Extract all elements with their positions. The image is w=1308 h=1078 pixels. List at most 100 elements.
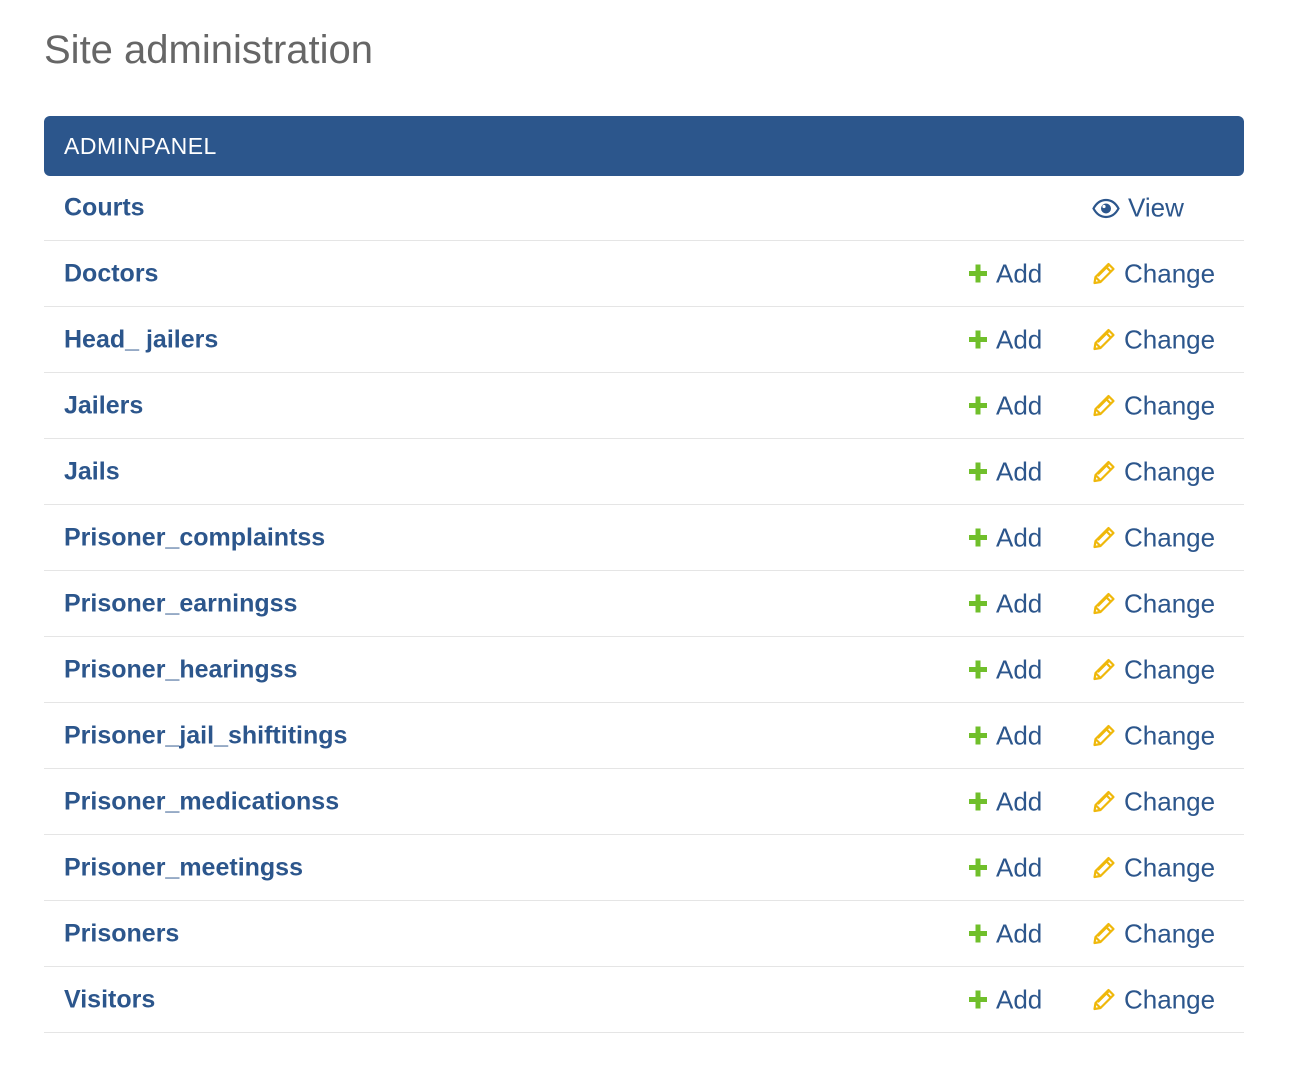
add-link[interactable]: Add (968, 522, 1042, 553)
plus-icon (968, 726, 988, 746)
model-row: Prisoner_earningss Add Change (44, 571, 1244, 637)
model-list: Courts View Doctors Add Change Head_ jailers A… (44, 176, 1244, 1033)
change-label: Change (1124, 786, 1216, 816)
model-row: Visitors Add Change (44, 967, 1244, 1033)
model-row: Prisoner_complaintss Add Change (44, 505, 1244, 571)
pencil-icon (1092, 988, 1116, 1012)
add-label: Add (996, 324, 1043, 354)
add-label: Add (996, 258, 1043, 288)
model-link[interactable]: Visitors (64, 985, 155, 1014)
change-link[interactable]: Change (1092, 984, 1215, 1015)
add-label: Add (996, 786, 1043, 816)
plus-icon (968, 528, 988, 548)
eye-icon (1092, 198, 1120, 218)
model-row: Prisoner_medicationss Add Change (44, 769, 1244, 835)
change-label: Change (1124, 390, 1216, 420)
change-label: Change (1124, 654, 1216, 684)
add-link[interactable]: Add (968, 720, 1042, 751)
model-row: Prisoners Add Change (44, 901, 1244, 967)
add-link[interactable]: Add (968, 258, 1042, 289)
pencil-icon (1092, 526, 1116, 550)
change-label: Change (1124, 984, 1216, 1014)
module-caption-label: ADMINPANEL (64, 133, 217, 159)
change-link[interactable]: Change (1092, 258, 1215, 289)
model-row: Prisoner_hearingss Add Change (44, 637, 1244, 703)
change-link[interactable]: Change (1092, 720, 1215, 751)
model-link[interactable]: Courts (64, 194, 145, 223)
change-label: Change (1124, 918, 1216, 948)
add-link[interactable]: Add (968, 324, 1042, 355)
change-link[interactable]: Change (1092, 918, 1215, 949)
model-row: Courts View (44, 176, 1244, 241)
add-link[interactable]: Add (968, 852, 1042, 883)
change-link[interactable]: Change (1092, 588, 1215, 619)
change-link[interactable]: Change (1092, 654, 1215, 685)
add-link[interactable]: Add (968, 918, 1042, 949)
pencil-icon (1092, 394, 1116, 418)
plus-icon (968, 792, 988, 812)
pencil-icon (1092, 724, 1116, 748)
plus-icon (968, 660, 988, 680)
model-row: Jails Add Change (44, 439, 1244, 505)
add-link[interactable]: Add (968, 984, 1042, 1015)
change-label: Change (1124, 720, 1216, 750)
pencil-icon (1092, 790, 1116, 814)
change-link[interactable]: Change (1092, 786, 1215, 817)
page-title: Site administration (44, 28, 374, 72)
add-link[interactable]: Add (968, 786, 1042, 817)
change-link[interactable]: Change (1092, 852, 1215, 883)
add-label: Add (996, 984, 1043, 1014)
change-link[interactable]: Change (1092, 456, 1215, 487)
model-row: Jailers Add Change (44, 373, 1244, 439)
model-row: Head_ jailers Add Change (44, 307, 1244, 373)
view-label: View (1128, 192, 1184, 223)
add-link[interactable]: Add (968, 654, 1042, 685)
plus-icon (968, 990, 988, 1010)
add-link[interactable]: Add (968, 390, 1042, 421)
add-link[interactable]: Add (968, 588, 1042, 619)
add-label: Add (996, 720, 1043, 750)
plus-icon (968, 924, 988, 944)
change-link[interactable]: Change (1092, 324, 1215, 355)
adminpanel-module: ADMINPANEL Courts View Doctors Add Change Hea… (44, 116, 1244, 1033)
pencil-icon (1092, 592, 1116, 616)
model-link[interactable]: Prisoner_complaintss (64, 523, 325, 552)
change-label: Change (1124, 324, 1216, 354)
model-link[interactable]: Head_ jailers (64, 325, 218, 354)
change-link[interactable]: Change (1092, 390, 1215, 421)
change-link[interactable]: Change (1092, 522, 1215, 553)
pencil-icon (1092, 460, 1116, 484)
pencil-icon (1092, 922, 1116, 946)
pencil-icon (1092, 328, 1116, 352)
model-link[interactable]: Prisoners (64, 919, 179, 948)
model-link[interactable]: Prisoner_hearingss (64, 655, 297, 684)
add-label: Add (996, 654, 1043, 684)
plus-icon (968, 594, 988, 614)
plus-icon (968, 396, 988, 416)
add-label: Add (996, 390, 1043, 420)
change-label: Change (1124, 258, 1216, 288)
plus-icon (968, 330, 988, 350)
add-link[interactable]: Add (968, 456, 1042, 487)
model-link[interactable]: Doctors (64, 259, 158, 288)
model-link[interactable]: Prisoner_jail_shiftitings (64, 721, 347, 750)
model-link[interactable]: Prisoner_medicationss (64, 787, 339, 816)
add-label: Add (996, 852, 1043, 882)
change-label: Change (1124, 456, 1216, 486)
view-link[interactable]: View (1092, 193, 1184, 224)
pencil-icon (1092, 856, 1116, 880)
model-link[interactable]: Prisoner_earningss (64, 589, 297, 618)
change-label: Change (1124, 588, 1216, 618)
change-label: Change (1124, 852, 1216, 882)
plus-icon (968, 462, 988, 482)
module-caption[interactable]: ADMINPANEL (44, 116, 1244, 176)
plus-icon (968, 858, 988, 878)
model-link[interactable]: Jailers (64, 391, 143, 420)
add-label: Add (996, 588, 1043, 618)
pencil-icon (1092, 658, 1116, 682)
model-link[interactable]: Jails (64, 457, 120, 486)
pencil-icon (1092, 262, 1116, 286)
change-label: Change (1124, 522, 1216, 552)
model-link[interactable]: Prisoner_meetingss (64, 853, 303, 882)
add-label: Add (996, 456, 1043, 486)
